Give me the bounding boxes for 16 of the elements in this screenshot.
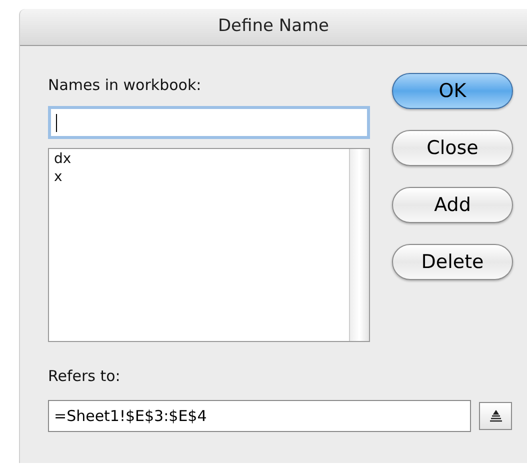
collapse-dialog-button[interactable] xyxy=(479,402,512,430)
field-label: Names in workbook: xyxy=(48,76,202,94)
refers-to-field[interactable]: =Sheet1!$E$3:$E$4 xyxy=(48,400,471,432)
collapse-icon xyxy=(490,410,502,422)
dialog-button[interactable]: Delete xyxy=(392,244,513,280)
list-item[interactable]: x xyxy=(49,168,349,186)
dialog-button[interactable]: OK xyxy=(392,73,513,109)
names-list[interactable]: dx x xyxy=(48,148,370,342)
name-input-field[interactable] xyxy=(48,106,370,139)
text-cursor xyxy=(56,114,57,132)
dialog-button[interactable]: Add xyxy=(392,187,513,223)
field-label: Refers to: xyxy=(48,367,120,385)
dialog-button[interactable]: Close xyxy=(392,130,513,166)
window-title: Define Name xyxy=(20,9,527,46)
list-item[interactable]: dx xyxy=(49,150,349,168)
scrollbar-track[interactable] xyxy=(349,149,369,341)
